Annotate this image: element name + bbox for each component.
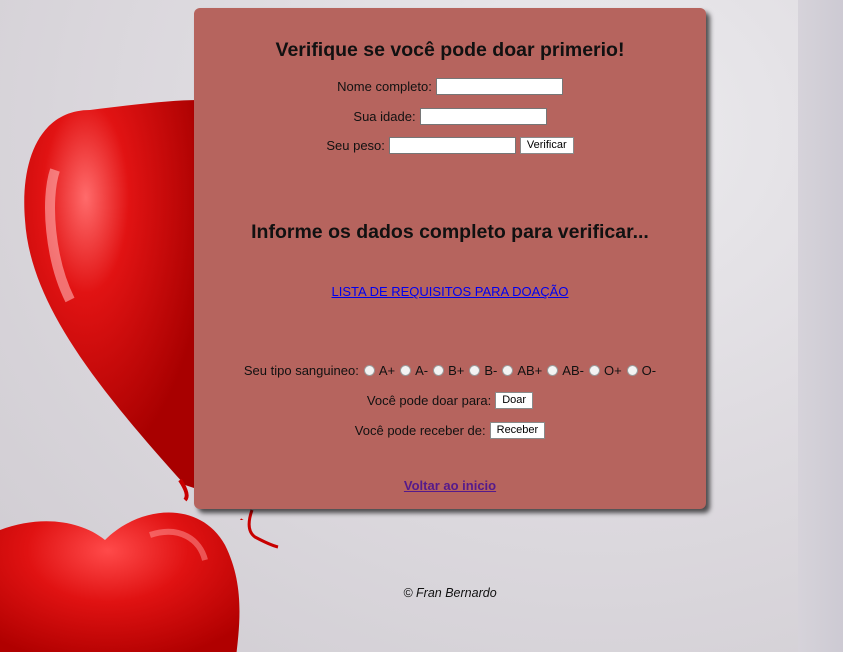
blood-option-b-pos[interactable]: B+ [430, 363, 464, 378]
blood-option-a-neg[interactable]: A- [397, 363, 428, 378]
age-input[interactable] [419, 108, 547, 125]
radio-icon[interactable] [588, 365, 600, 376]
footer-credit: © Fran Bernardo [403, 586, 497, 600]
radio-icon[interactable] [626, 365, 638, 376]
radio-icon[interactable] [433, 365, 445, 376]
radio-icon[interactable] [547, 365, 559, 376]
donate-label: Você pode doar para: [366, 393, 492, 408]
receive-row: Você pode receber de: Receber [194, 422, 706, 439]
weight-input[interactable] [388, 137, 516, 154]
radio-icon[interactable] [363, 365, 375, 376]
heart-balloon-bottom [0, 512, 240, 652]
blood-option-a-pos[interactable]: A+ [361, 363, 395, 378]
donation-card: Verifique se você pode doar primerio! No… [194, 8, 706, 509]
result-message: Informe os dados completo para verificar… [251, 221, 649, 243]
receive-button[interactable]: Receber [489, 422, 546, 439]
blood-option-b-neg[interactable]: B- [466, 363, 497, 378]
weight-row: Seu peso: Verificar [194, 137, 706, 154]
donate-button[interactable]: Doar [495, 392, 534, 409]
name-row: Nome completo: [194, 78, 706, 95]
back-to-home-link[interactable]: Voltar ao inicio [194, 478, 706, 493]
name-input[interactable] [435, 78, 563, 95]
blood-type-row: Seu tipo sanguineo: A+ A- B+ B- AB+ AB- … [194, 363, 706, 378]
form-title: Verifique se você pode doar primerio! [275, 39, 625, 61]
blood-option-o-neg[interactable]: O- [624, 363, 656, 378]
weight-label: Seu peso: [326, 138, 385, 153]
radio-icon[interactable] [400, 365, 412, 376]
age-label: Sua idade: [353, 109, 416, 124]
balloon-ribbon [247, 509, 279, 549]
background-edge [798, 0, 843, 652]
radio-icon[interactable] [502, 365, 514, 376]
blood-option-ab-neg[interactable]: AB- [544, 363, 584, 378]
blood-option-o-pos[interactable]: O+ [586, 363, 622, 378]
blood-type-label: Seu tipo sanguineo: [243, 363, 359, 378]
verify-button[interactable]: Verificar [519, 137, 574, 154]
receive-label: Você pode receber de: [354, 423, 486, 438]
donate-row: Você pode doar para: Doar [194, 392, 706, 409]
blood-option-ab-pos[interactable]: AB+ [499, 363, 542, 378]
age-row: Sua idade: [194, 108, 706, 125]
radio-icon[interactable] [469, 365, 481, 376]
name-label: Nome completo: [337, 79, 432, 94]
requirements-link[interactable]: LISTA DE REQUISITOS PARA DOAÇÃO [194, 284, 706, 299]
